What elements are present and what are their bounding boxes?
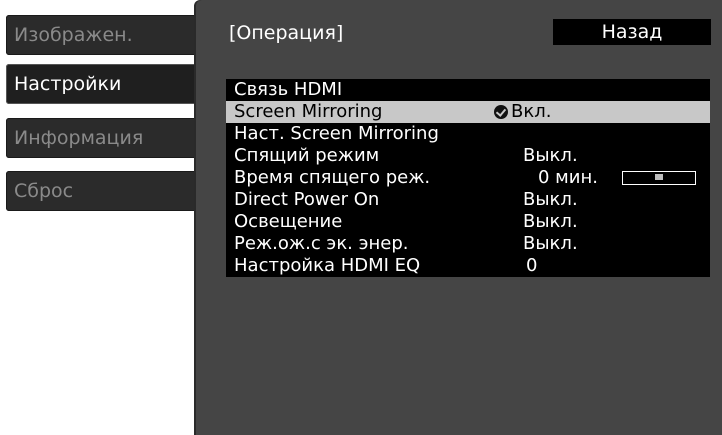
tab-image[interactable]: Изображен. — [6, 15, 199, 55]
menu-row-label: Освещение — [234, 211, 343, 232]
menu-row-sleep-time[interactable]: Время спящего реж. 0 мин. — [226, 167, 710, 189]
tab-settings[interactable]: Настройки — [6, 64, 199, 104]
menu-row-label: Наст. Screen Mirroring — [234, 123, 439, 144]
menu-row-value: Выкл. — [523, 211, 578, 232]
check-icon — [494, 105, 508, 119]
projector-menu-screen: Изображен. Настройки Информация Сброс [О… — [0, 0, 722, 435]
settings-panel: [Операция] Назад Связь HDMI Screen Mirro… — [196, 0, 722, 435]
sidebar: Изображен. Настройки Информация Сброс — [0, 0, 203, 435]
menu-row-direct-power-on[interactable]: Direct Power On Выкл. — [226, 189, 710, 211]
menu-row-sleep-mode[interactable]: Спящий режим Выкл. — [226, 145, 710, 167]
menu-row-label: Спящий режим — [234, 145, 380, 166]
menu-row-hdmi-eq[interactable]: Настройка HDMI EQ 0 — [226, 255, 710, 277]
menu-row-illumination[interactable]: Освещение Выкл. — [226, 211, 710, 233]
menu-row-value: 0 мин. — [538, 167, 598, 188]
menu-row-label: Связь HDMI — [234, 79, 343, 100]
menu-row-label: Настройка HDMI EQ — [234, 255, 421, 276]
menu-row-screen-mirroring-settings[interactable]: Наст. Screen Mirroring — [226, 123, 710, 145]
tab-image-label: Изображен. — [14, 24, 133, 46]
tab-information-label: Информация — [14, 127, 144, 149]
slider-thumb[interactable] — [655, 174, 663, 180]
menu-row-value: 0 — [526, 255, 538, 276]
menu-row-hdmi-link[interactable]: Связь HDMI — [226, 79, 710, 101]
section-title: [Операция] — [229, 22, 344, 44]
menu-row-screen-mirroring[interactable]: Screen Mirroring Вкл. — [226, 101, 710, 123]
tab-settings-label: Настройки — [14, 73, 122, 95]
menu-row-label: Реж.ож.с эк. энер. — [234, 233, 409, 254]
sleep-time-slider[interactable] — [622, 171, 696, 185]
menu-row-value: Выкл. — [523, 233, 578, 254]
menu-row-value: Выкл. — [523, 189, 578, 210]
menu-row-standby-mode[interactable]: Реж.ож.с эк. энер. Выкл. — [226, 233, 710, 255]
tab-reset[interactable]: Сброс — [6, 171, 199, 211]
tab-reset-label: Сброс — [14, 180, 74, 202]
menu-row-label: Direct Power On — [234, 189, 380, 210]
menu-row-label: Screen Mirroring — [234, 101, 383, 122]
menu-row-value: Выкл. — [523, 145, 578, 166]
back-button[interactable]: Назад — [553, 19, 711, 45]
menu-row-value: Вкл. — [511, 101, 552, 122]
operation-menu-list: Связь HDMI Screen Mirroring Вкл. Наст. S… — [226, 79, 710, 277]
menu-row-label: Время спящего реж. — [234, 167, 431, 188]
tab-information[interactable]: Информация — [6, 118, 199, 158]
